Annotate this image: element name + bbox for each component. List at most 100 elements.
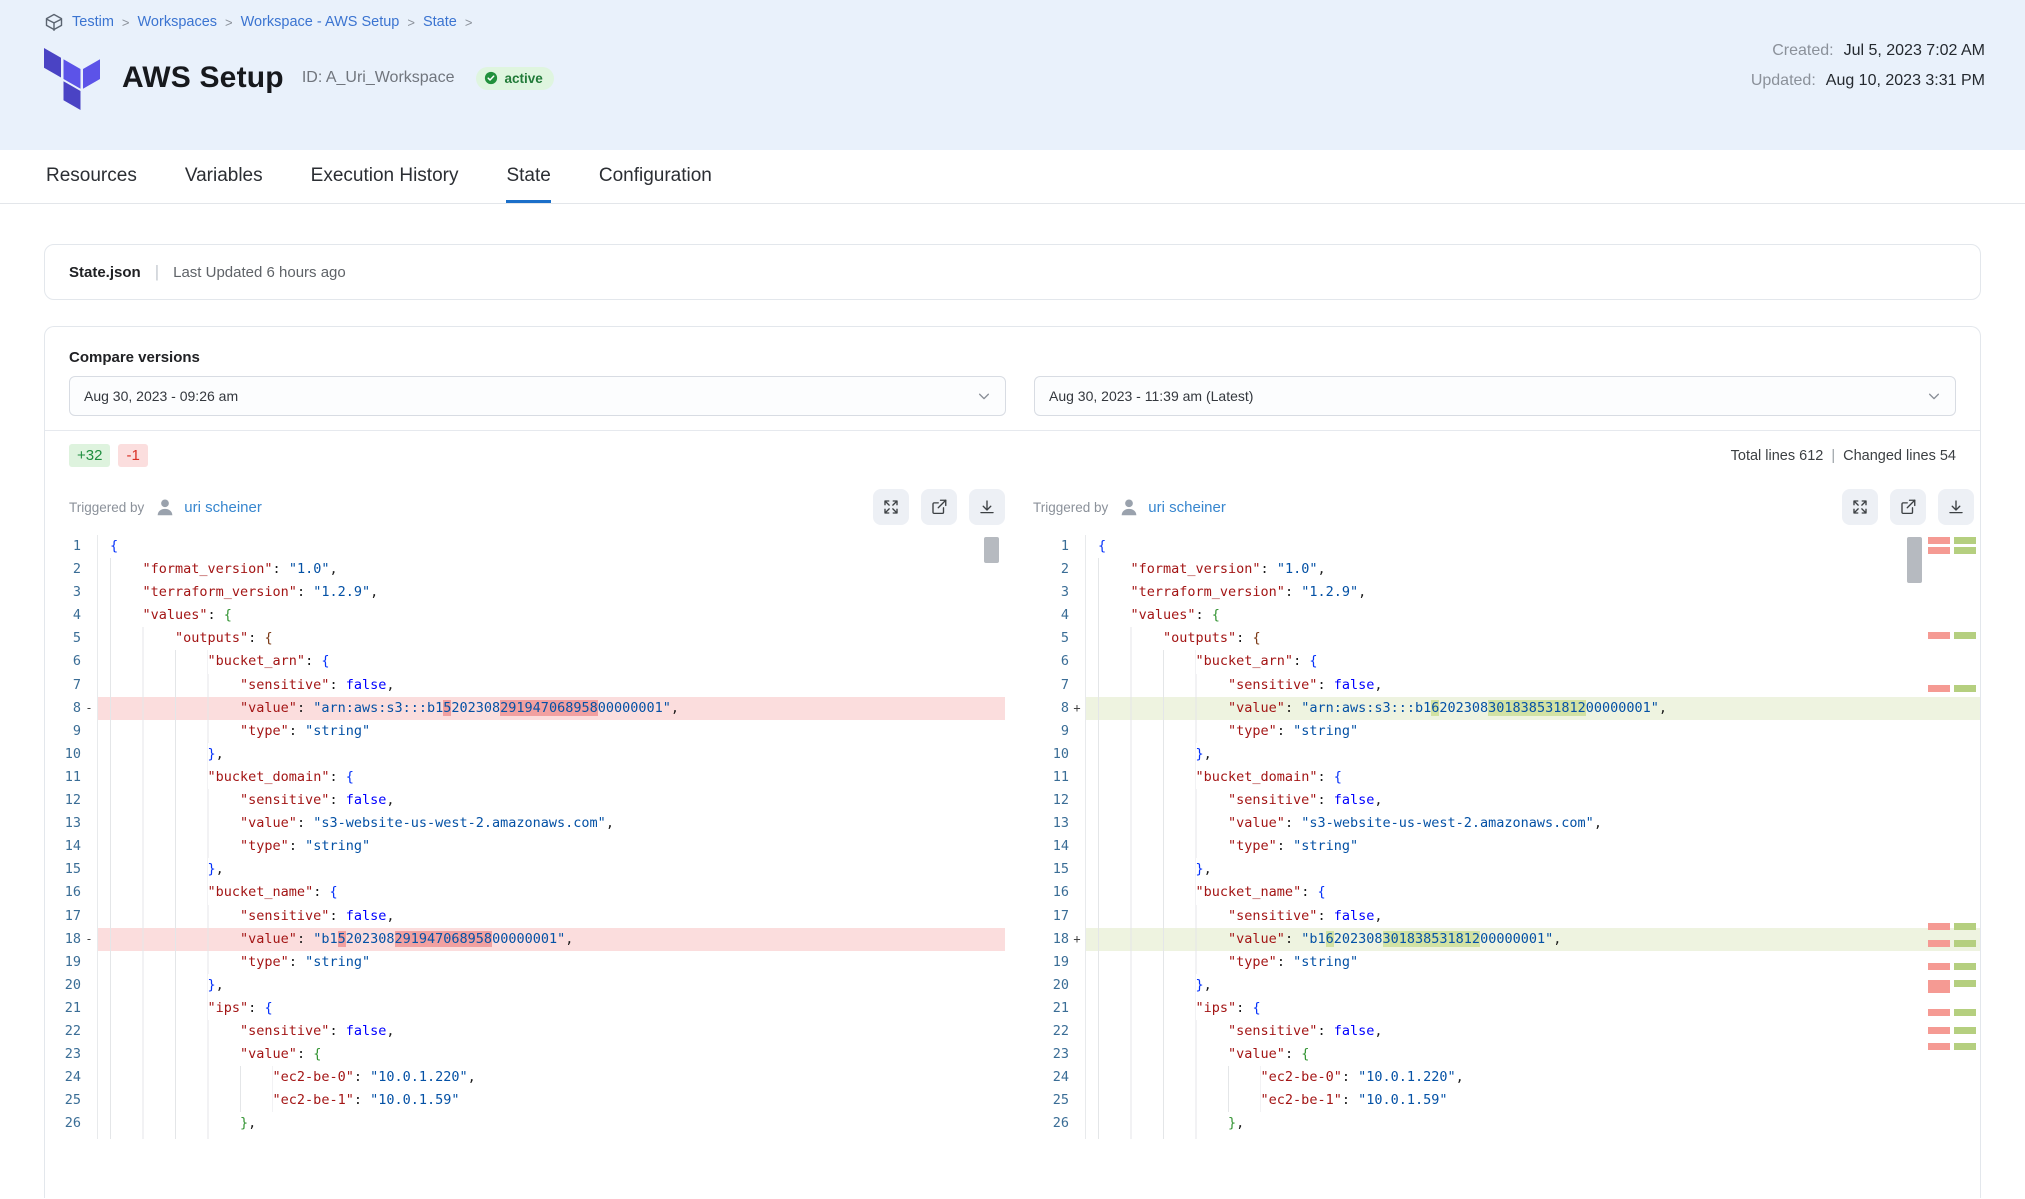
- download-icon: [1947, 498, 1965, 516]
- page-title: AWS Setup: [122, 61, 284, 95]
- line-number: 12: [45, 789, 81, 812]
- ruler-mark-added: [1954, 1009, 1976, 1016]
- code-line: 16"bucket_name": {: [1033, 881, 1980, 904]
- diff-stats-row: +32 -1 Total lines 612 | Changed lines 5…: [45, 431, 1980, 471]
- version-select-left[interactable]: Aug 30, 2023 - 09:26 am: [69, 376, 1006, 416]
- line-number: 11: [1033, 766, 1069, 789]
- code-line: 23"value": {: [45, 1043, 1005, 1066]
- ruler-mark-removed: [1928, 685, 1950, 692]
- triggered-by-user-link[interactable]: uri scheiner: [184, 499, 262, 516]
- ruler-mark-removed: [1928, 1027, 1950, 1034]
- code-line: 22"sensitive": false,: [45, 1020, 1005, 1043]
- code-line: 3"terraform_version": "1.2.9",: [45, 581, 1005, 604]
- open-in-new-button[interactable]: [1890, 489, 1926, 525]
- line-number: 21: [1033, 997, 1069, 1020]
- code-line: 11"bucket_domain": {: [1033, 766, 1980, 789]
- line-number: 20: [1033, 974, 1069, 997]
- triggered-by-user-link[interactable]: uri scheiner: [1148, 499, 1226, 516]
- breadcrumb-item-workspaces[interactable]: Workspaces: [138, 14, 218, 30]
- last-updated-text: Last Updated 6 hours ago: [173, 264, 346, 281]
- ruler-mark-removed: [1928, 923, 1950, 930]
- scrollbar-thumb[interactable]: [1907, 537, 1922, 583]
- ruler-mark-removed: [1928, 547, 1950, 554]
- breadcrumb-item-workspace-aws-setup[interactable]: Workspace - AWS Setup: [241, 14, 400, 30]
- tab-label: Resources: [46, 165, 137, 187]
- download-button[interactable]: [1938, 489, 1974, 525]
- ruler-mark-removed: [1928, 537, 1950, 544]
- tab-configuration[interactable]: Configuration: [599, 150, 712, 203]
- code-line: 22"sensitive": false,: [1033, 1020, 1980, 1043]
- code-line: 21"ips": {: [45, 997, 1005, 1020]
- breadcrumb: Testim > Workspaces > Workspace - AWS Se…: [44, 12, 1985, 32]
- user-avatar-icon: [154, 496, 176, 518]
- code-line: 4"values": {: [45, 604, 1005, 627]
- line-number: 14: [1033, 835, 1069, 858]
- workspace-id: ID: A_Uri_Workspace: [302, 69, 455, 87]
- breadcrumb-item-testim[interactable]: Testim: [72, 14, 114, 30]
- line-number: 4: [45, 604, 81, 627]
- external-link-icon: [1899, 498, 1917, 516]
- line-number: 17: [45, 905, 81, 928]
- breadcrumb-separator: >: [407, 15, 415, 30]
- breadcrumb-item-state[interactable]: State: [423, 14, 457, 30]
- line-number: 6: [1033, 650, 1069, 673]
- code-line: 6"bucket_arn": {: [1033, 650, 1980, 673]
- diff-sign: +: [1069, 697, 1085, 720]
- line-number: 27: [45, 1135, 81, 1139]
- tab-execution-history[interactable]: Execution History: [311, 150, 459, 203]
- expand-button[interactable]: [873, 489, 909, 525]
- line-number: 10: [1033, 743, 1069, 766]
- ruler-mark-added: [1954, 940, 1976, 947]
- code-line: 14"type": "string": [1033, 835, 1980, 858]
- triggered-by-label: Triggered by: [1033, 500, 1108, 515]
- right-panel-header: Triggered by uri scheiner: [1033, 489, 1980, 525]
- line-number: 5: [1033, 627, 1069, 650]
- line-number: 19: [1033, 951, 1069, 974]
- line-number: 3: [45, 581, 81, 604]
- line-number: 23: [1033, 1043, 1069, 1066]
- code-line: 13"value": "s3-website-us-west-2.amazona…: [1033, 812, 1980, 835]
- diff-sign: -: [81, 928, 97, 951]
- tab-state[interactable]: State: [506, 150, 550, 203]
- code-line: 20},: [1033, 974, 1980, 997]
- line-number: 13: [45, 812, 81, 835]
- code-line: 19"type": "string": [45, 951, 1005, 974]
- line-number: 9: [1033, 720, 1069, 743]
- created-label: Created:: [1772, 42, 1833, 60]
- expand-button[interactable]: [1842, 489, 1878, 525]
- ruler-mark-added: [1954, 963, 1976, 970]
- code-line: 4"values": {: [1033, 604, 1980, 627]
- line-number: 1: [1033, 535, 1069, 558]
- download-button[interactable]: [969, 489, 1005, 525]
- tab-variables[interactable]: Variables: [185, 150, 263, 203]
- ruler-mark-added: [1954, 1027, 1976, 1034]
- ruler-mark-added: [1954, 537, 1976, 544]
- line-number: 2: [45, 558, 81, 581]
- breadcrumb-separator: >: [122, 15, 130, 30]
- line-number: 14: [45, 835, 81, 858]
- workspace-meta: Created: Jul 5, 2023 7:02 AM Updated: Au…: [1751, 42, 1985, 102]
- version-select-right[interactable]: Aug 30, 2023 - 11:39 am (Latest): [1034, 376, 1956, 416]
- scrollbar-thumb[interactable]: [984, 537, 999, 563]
- code-line: 27"type": [: [45, 1135, 1005, 1139]
- line-number: 26: [1033, 1112, 1069, 1135]
- tab-resources[interactable]: Resources: [46, 150, 137, 203]
- code-line: 24"ec2-be-0": "10.0.1.220",: [1033, 1066, 1980, 1089]
- code-line: 16"bucket_name": {: [45, 881, 1005, 904]
- package-icon: [44, 12, 64, 32]
- left-panel-header: Triggered by uri scheiner: [45, 489, 1005, 525]
- updated-value: Aug 10, 2023 3:31 PM: [1826, 72, 1985, 90]
- code-line: 21"ips": {: [1033, 997, 1980, 1020]
- diff-sign: +: [1069, 928, 1085, 951]
- code-line: 1{: [45, 535, 1005, 558]
- diff-panel-old-version: 1{2"format_version": "1.0",3"terraform_v…: [45, 535, 1005, 1139]
- terraform-logo-icon: [44, 46, 100, 110]
- diff-overview-ruler: [1928, 535, 1978, 1139]
- line-number: 13: [1033, 812, 1069, 835]
- page-header: Testim > Workspaces > Workspace - AWS Se…: [0, 0, 2025, 150]
- open-in-new-button[interactable]: [921, 489, 957, 525]
- code-line: 5"outputs": {: [45, 627, 1005, 650]
- code-line: 18-"value": "b15202308291947068958000000…: [45, 928, 1005, 951]
- code-line: 13"value": "s3-website-us-west-2.amazona…: [45, 812, 1005, 835]
- download-icon: [978, 498, 996, 516]
